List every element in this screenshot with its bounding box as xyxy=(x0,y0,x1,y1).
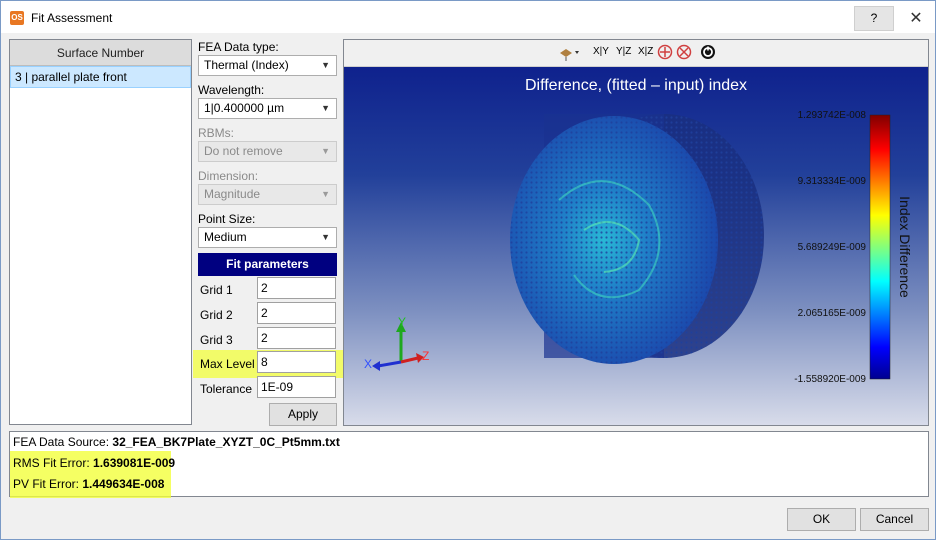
rms-fit-error-label: RMS Fit Error: xyxy=(13,456,90,470)
close-button[interactable]: ✕ xyxy=(901,6,931,31)
max-level-label: Max Level xyxy=(200,357,255,371)
tolerance-label: Tolerance xyxy=(200,382,253,396)
chevron-down-icon: ▼ xyxy=(321,146,330,156)
chevron-down-icon: ▼ xyxy=(321,103,330,113)
surface-list-item[interactable]: 3 | parallel plate front xyxy=(10,66,191,88)
fea-data-source-value: 32_FEA_BK7Plate_XYZT_0C_Pt5mm.txt xyxy=(112,435,340,449)
3d-viewer[interactable]: X|Y Y|Z X|Z Difference, (fitted – input)… xyxy=(343,39,929,426)
cylinder-front-points xyxy=(510,116,718,364)
title-bar: OS Fit Assessment ? ✕ xyxy=(1,1,935,33)
axis-z-label: Z xyxy=(422,349,429,363)
colorbar-label: Index Difference xyxy=(897,196,913,298)
fea-data-type-value: Thermal (Index) xyxy=(204,58,289,72)
colorbar-tick: 9.313334E-009 xyxy=(798,176,867,187)
point-size-label: Point Size: xyxy=(198,212,256,226)
fit-assessment-window: OS Fit Assessment ? ✕ Surface Number 3 |… xyxy=(0,0,936,540)
chevron-down-icon: ▼ xyxy=(321,60,330,70)
app-icon: OS xyxy=(10,11,24,25)
grid3-input[interactable]: 2 xyxy=(257,327,336,349)
fit-parameters-header: Fit parameters xyxy=(198,253,337,276)
grid2-input[interactable]: 2 xyxy=(257,302,336,324)
pv-fit-error-label: PV Fit Error: xyxy=(13,477,80,491)
fea-data-source-label: FEA Data Source: xyxy=(13,435,110,449)
point-cloud-plot: Y X Z 1.293742E-008 9.313334E-009 5.6892… xyxy=(364,110,913,385)
colorbar xyxy=(869,114,891,380)
surface-list-header[interactable]: Surface Number xyxy=(10,40,191,66)
grid1-label: Grid 1 xyxy=(200,283,233,297)
axis-triad: Y X Z xyxy=(364,315,429,371)
apply-button[interactable]: Apply xyxy=(269,403,337,426)
axis-y-label: Y xyxy=(398,315,406,329)
surface-list: Surface Number 3 | parallel plate front xyxy=(9,39,192,425)
status-panel: FEA Data Source: 32_FEA_BK7Plate_XYZT_0C… xyxy=(9,431,929,498)
rbms-label: RBMs: xyxy=(198,126,234,140)
dimension-label: Dimension: xyxy=(198,169,259,183)
colorbar-tick: -1.558920E-009 xyxy=(794,374,866,385)
grid1-input[interactable]: 2 xyxy=(257,277,336,299)
dimension-dropdown: Magnitude ▼ xyxy=(198,184,337,205)
cancel-button[interactable]: Cancel xyxy=(860,508,929,531)
point-size-value: Medium xyxy=(204,230,247,244)
point-size-dropdown[interactable]: Medium ▼ xyxy=(198,227,337,248)
wavelength-value: 1|0.400000 µm xyxy=(204,101,285,115)
dimension-value: Magnitude xyxy=(204,187,261,201)
rms-fit-error-value: 1.639081E-009 xyxy=(93,456,176,470)
colorbar-tick: 1.293742E-008 xyxy=(798,110,867,121)
grid3-label: Grid 3 xyxy=(200,333,233,347)
max-level-input[interactable]: 8 xyxy=(257,351,336,373)
rbms-dropdown: Do not remove ▼ xyxy=(198,141,337,162)
chevron-down-icon: ▼ xyxy=(321,189,330,199)
help-button[interactable]: ? xyxy=(854,6,894,31)
wavelength-dropdown[interactable]: 1|0.400000 µm ▼ xyxy=(198,98,337,119)
colorbar-tick: 2.065165E-009 xyxy=(798,308,867,319)
wavelength-label: Wavelength: xyxy=(198,83,265,97)
pv-fit-error-value: 1.449634E-008 xyxy=(82,477,165,491)
tolerance-input[interactable]: 1E-09 xyxy=(257,376,336,398)
ok-button[interactable]: OK xyxy=(787,508,856,531)
grid2-label: Grid 2 xyxy=(200,308,233,322)
pv-fit-error: PV Fit Error: 1.449634E-008 xyxy=(13,477,164,491)
fea-data-type-label: FEA Data type: xyxy=(198,40,279,54)
fea-data-source: FEA Data Source: 32_FEA_BK7Plate_XYZT_0C… xyxy=(13,435,340,449)
fea-data-type-dropdown[interactable]: Thermal (Index) ▼ xyxy=(198,55,337,76)
window-title: Fit Assessment xyxy=(31,11,113,25)
chevron-down-icon: ▼ xyxy=(321,232,330,242)
rms-fit-error: RMS Fit Error: 1.639081E-009 xyxy=(13,456,175,470)
axis-x-label: X xyxy=(364,357,372,371)
rbms-value: Do not remove xyxy=(204,144,283,158)
colorbar-tick: 5.689249E-009 xyxy=(798,242,867,253)
